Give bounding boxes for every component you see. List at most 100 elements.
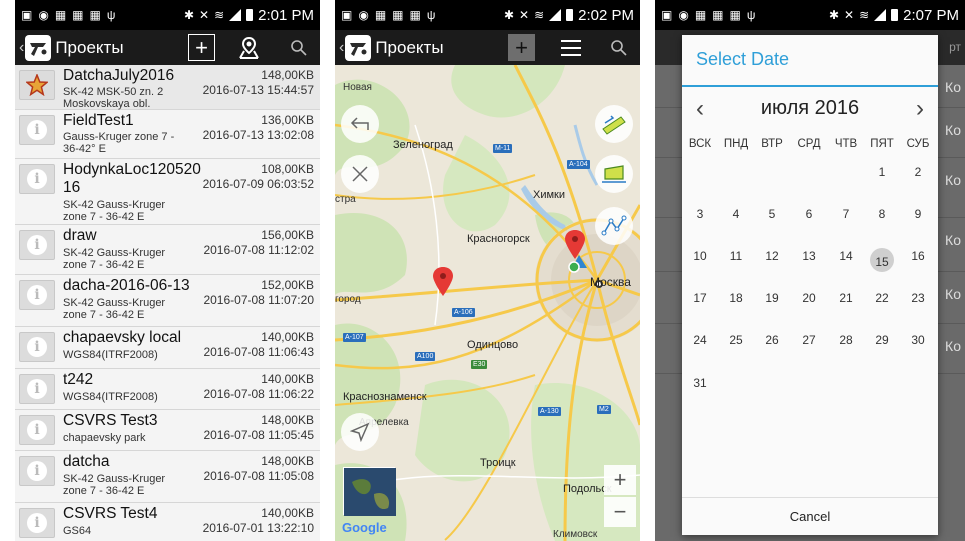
calendar-day[interactable]: 23 xyxy=(900,291,936,305)
list-item[interactable]: i dacha-2016-06-13 SK-42 Gauss-Kruger zo… xyxy=(15,275,320,327)
list-item[interactable]: i chapaevsky local WGS84(ITRF2008) 140,0… xyxy=(15,327,320,369)
calendar-day[interactable]: 11 xyxy=(718,249,754,263)
back-caret-icon[interactable]: ‹ xyxy=(339,39,344,57)
status-bar: ▣ ◉ ▦ ▦ ▦ ψ ✱ ✕ ≋ 2:07 PM xyxy=(655,0,965,30)
calendar-day[interactable]: 17 xyxy=(682,291,718,305)
message-icon: ▣ xyxy=(341,8,354,22)
info-icon[interactable]: i xyxy=(19,508,55,538)
clear-button[interactable] xyxy=(341,155,379,193)
app-logo[interactable] xyxy=(345,34,372,61)
measure-area-button[interactable] xyxy=(595,155,633,193)
list-item[interactable]: i CSVRS Test4 GS64 140,00KB 2016-07-01 1… xyxy=(15,503,320,541)
calendar-day[interactable]: 27 xyxy=(791,333,827,347)
undo-button[interactable] xyxy=(341,105,379,143)
calendar-day[interactable]: 8 xyxy=(864,207,900,221)
calendar-day[interactable]: 5 xyxy=(754,207,790,221)
satellite-toggle-thumbnail[interactable] xyxy=(343,467,396,516)
flipboard-icon: ▦ xyxy=(729,8,742,22)
date-picker-screen: ▣ ◉ ▦ ▦ ▦ ψ ✱ ✕ ≋ 2:07 PM рт Ко Ко Ко Ко… xyxy=(655,0,965,541)
project-size: 108,00KB xyxy=(261,162,314,176)
list-item[interactable]: i CSVRS Test3 chapaevsky park 148,00KB 2… xyxy=(15,410,320,451)
map-label: Зеленоград xyxy=(393,139,453,151)
back-caret-icon[interactable]: ‹ xyxy=(19,39,24,57)
calendar-day-selected[interactable]: 15 xyxy=(864,248,900,272)
calendar-day[interactable]: 20 xyxy=(791,291,827,305)
list-item[interactable]: i t242 WGS84(ITRF2008) 140,00KB 2016-07-… xyxy=(15,369,320,410)
calendar-day[interactable]: 30 xyxy=(900,333,936,347)
my-location-button[interactable] xyxy=(341,413,379,451)
star-icon[interactable] xyxy=(19,70,55,100)
measure-distance-button[interactable] xyxy=(595,105,633,143)
list-item[interactable]: i HodynkaLoc12052016 SK-42 Gauss-Kruger … xyxy=(15,159,320,225)
info-icon[interactable]: i xyxy=(19,115,55,145)
project-size: 148,00KB xyxy=(261,413,314,427)
list-item[interactable]: i FieldTest1 Gauss-Kruger zone 7 - 36-42… xyxy=(15,110,320,159)
calendar-day[interactable]: 13 xyxy=(791,249,827,263)
calendar-day[interactable]: 1 xyxy=(864,165,900,179)
calendar-day[interactable]: 31 xyxy=(682,376,718,390)
road-shield: M2 xyxy=(597,405,611,414)
map-screen: ▣ ◉ ▦ ▦ ▦ ψ ✱ ✕ ≋ 2:02 PM ‹ Проекты + Но… xyxy=(335,0,640,541)
search-icon xyxy=(610,39,627,56)
map-marker-button[interactable] xyxy=(235,34,262,61)
calendar-day[interactable]: 12 xyxy=(754,249,790,263)
info-icon[interactable]: i xyxy=(19,280,55,310)
calendar-day[interactable]: 26 xyxy=(754,333,790,347)
info-icon[interactable]: i xyxy=(19,164,55,194)
usb-icon: ψ xyxy=(106,8,117,22)
calendar-day[interactable]: 19 xyxy=(754,291,790,305)
list-item[interactable]: i datcha SK-42 Gauss-Kruger zone 7 - 36-… xyxy=(15,451,320,503)
calendar-day[interactable]: 2 xyxy=(900,165,936,179)
calendar-day[interactable]: 3 xyxy=(682,207,718,221)
info-icon[interactable]: i xyxy=(19,374,55,404)
calendar-day[interactable]: 14 xyxy=(828,249,864,263)
list-item[interactable]: DatchaJuly2016 SK-42 MSK-50 zn. 2 Moskov… xyxy=(15,65,320,110)
calendar-day[interactable]: 18 xyxy=(718,291,754,305)
flipboard-icon: ▦ xyxy=(712,8,725,22)
info-icon[interactable]: i xyxy=(19,230,55,260)
close-icon xyxy=(352,166,368,182)
draw-polyline-button[interactable] xyxy=(595,207,633,245)
zoom-out-button[interactable]: − xyxy=(604,497,636,527)
zoom-in-button[interactable]: + xyxy=(604,465,636,495)
calendar-day[interactable]: 16 xyxy=(900,249,936,263)
list-item[interactable]: i draw SK-42 Gauss-Kruger zone 7 - 36-42… xyxy=(15,225,320,275)
calendar-day[interactable]: 29 xyxy=(864,333,900,347)
undo-arrow-icon xyxy=(350,117,369,130)
map-label: город xyxy=(335,294,361,305)
mute-icon: ✕ xyxy=(199,8,210,22)
notification-icons: ▣ ◉ ▦ ▦ ▦ ψ xyxy=(341,8,436,22)
project-name: draw xyxy=(63,227,97,244)
flipboard-icon: ▦ xyxy=(374,8,388,22)
search-button[interactable] xyxy=(285,34,312,61)
app-logo[interactable] xyxy=(25,34,52,61)
info-icon[interactable]: i xyxy=(19,456,55,486)
bluetooth-icon: ✱ xyxy=(828,8,839,22)
info-icon[interactable]: i xyxy=(19,415,55,445)
search-button[interactable] xyxy=(605,34,632,61)
info-icon[interactable]: i xyxy=(19,332,55,362)
calendar-day[interactable]: 28 xyxy=(828,333,864,347)
road-shield: M-11 xyxy=(493,144,513,153)
list-view-button[interactable] xyxy=(557,34,584,61)
calendar-day[interactable]: 24 xyxy=(682,333,718,347)
usb-icon: ψ xyxy=(746,8,757,22)
calendar-day[interactable]: 22 xyxy=(864,291,900,305)
calendar-day[interactable]: 10 xyxy=(682,249,718,263)
skype-icon: ◉ xyxy=(38,8,50,22)
project-size: 148,00KB xyxy=(261,454,314,468)
calendar-day[interactable]: 4 xyxy=(718,207,754,221)
project-date: 2016-07-08 11:06:43 xyxy=(203,345,314,359)
calendar-day[interactable]: 9 xyxy=(900,207,936,221)
signal-icon xyxy=(229,9,242,21)
add-project-button[interactable]: + xyxy=(508,34,535,61)
map-label: Троицк xyxy=(480,457,516,469)
calendar-day[interactable]: 25 xyxy=(718,333,754,347)
calendar-day[interactable]: 6 xyxy=(791,207,827,221)
status-bar: ▣ ◉ ▦ ▦ ▦ ψ ✱ ✕ ≋ 2:01 PM xyxy=(15,0,320,30)
calendar-day[interactable]: 7 xyxy=(828,207,864,221)
map-marker-icon xyxy=(238,36,259,59)
map-view[interactable]: Новая Зеленоград Химки Красногорск Москв… xyxy=(335,65,640,541)
add-project-button[interactable]: + xyxy=(188,34,215,61)
calendar-day[interactable]: 21 xyxy=(828,291,864,305)
